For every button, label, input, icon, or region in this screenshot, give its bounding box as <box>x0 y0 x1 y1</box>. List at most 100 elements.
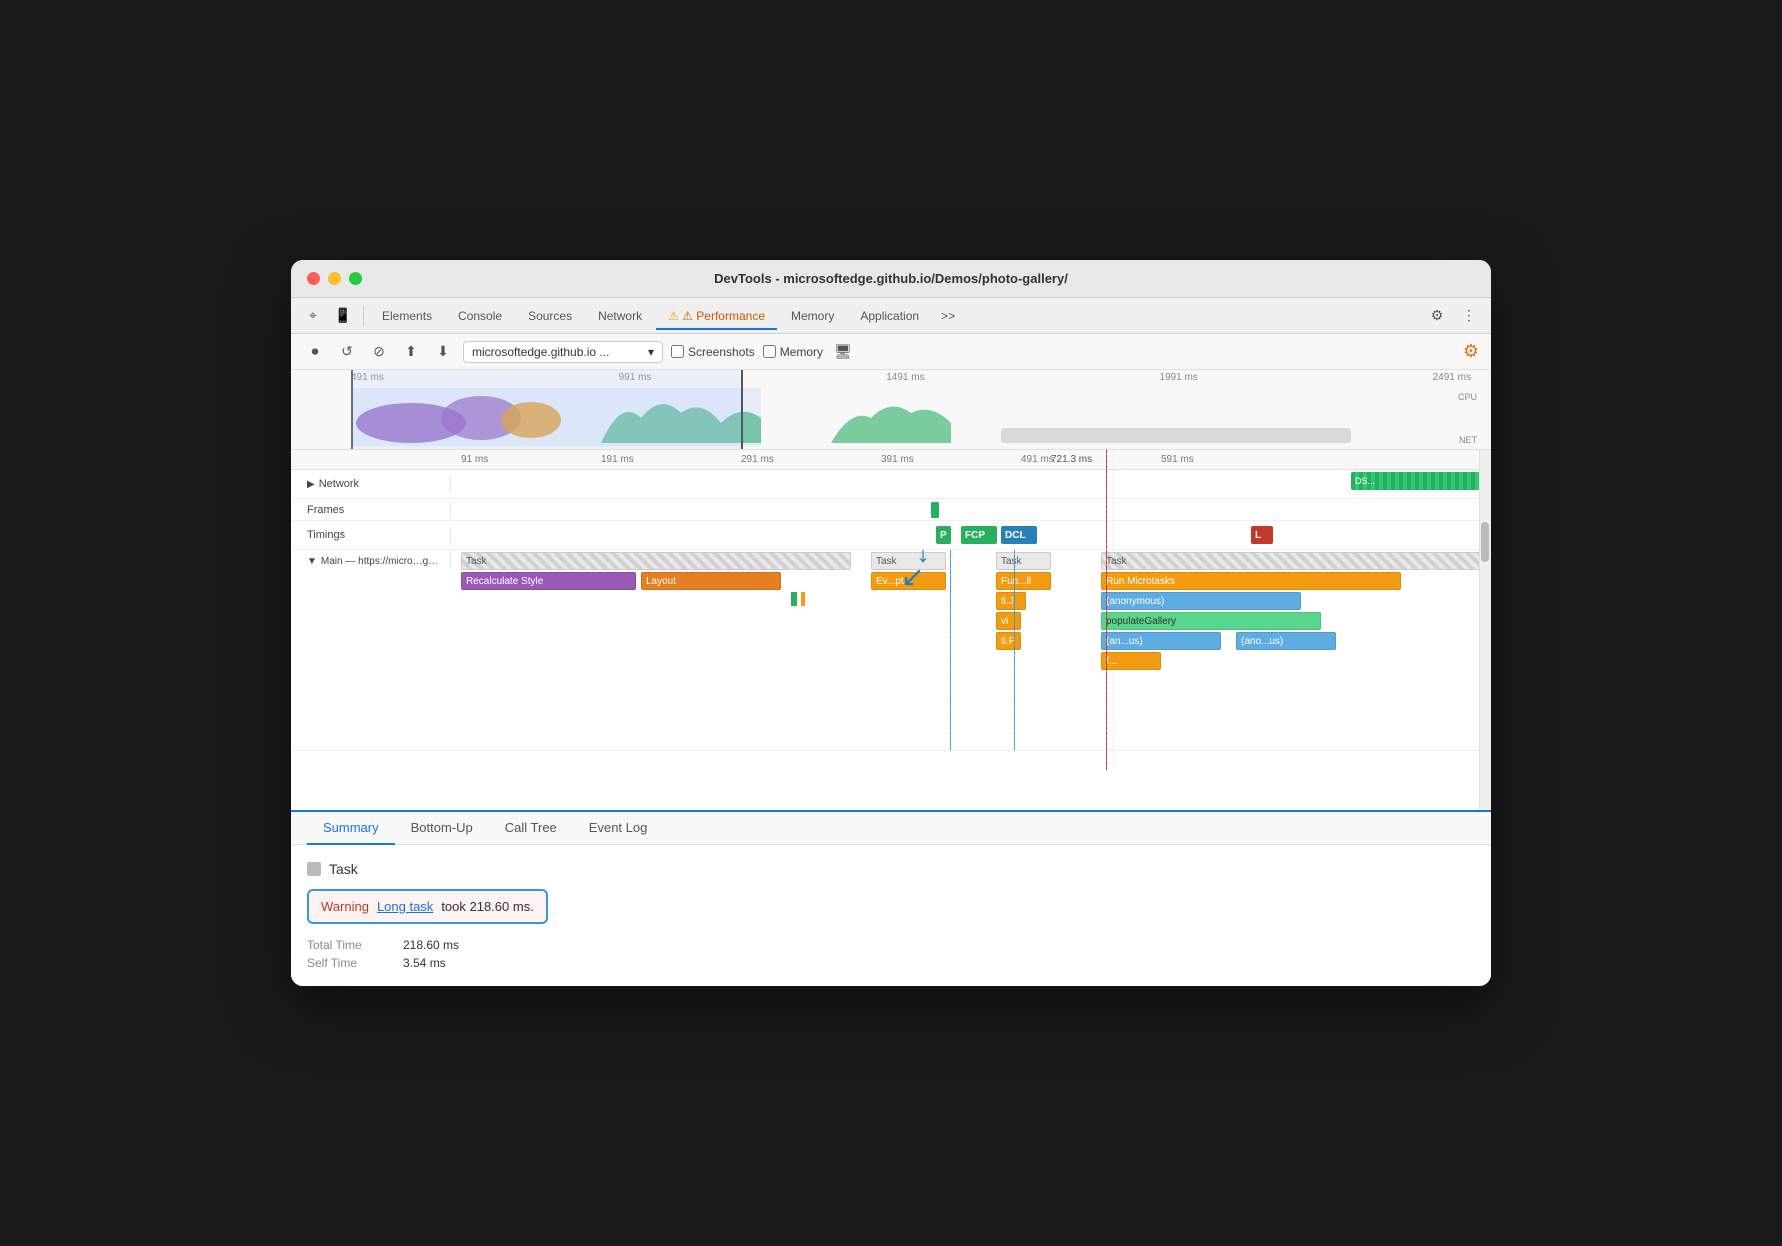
main-track-content[interactable]: Task Task Task Task Recalculate Style La… <box>451 550 1491 750</box>
close-button[interactable] <box>307 272 320 285</box>
memory-checkbox-group: Memory <box>763 345 823 359</box>
network-expand-icon[interactable]: ▶ <box>307 479 315 490</box>
record-button[interactable]: ⏺ <box>303 340 327 364</box>
self-time-row: Self Time 3.54 ms <box>307 956 1475 970</box>
gear-icon[interactable]: ⚙ <box>1423 302 1451 330</box>
time-ruler: 91 ms 191 ms 291 ms 391 ms 491 ms 591 ms… <box>291 450 1491 470</box>
tab-performance[interactable]: ⚠ ⚠ Performance <box>656 303 777 329</box>
reload-record-button[interactable]: ↺ <box>335 340 359 364</box>
small-green-1 <box>791 592 797 606</box>
an-us-bar1[interactable]: (an...us) <box>1101 632 1221 650</box>
frames-track-content[interactable] <box>451 500 1491 520</box>
main-track-url: Main — https://micro…gallery/ <box>321 556 442 567</box>
timing-fcp-badge[interactable]: FCP <box>961 526 997 544</box>
more-icon[interactable]: ⋮ <box>1455 302 1483 330</box>
warning-row: Warning Long task took 218.60 ms. <box>307 889 548 924</box>
network-track-content[interactable]: DS... <box>451 470 1491 498</box>
layout-bar[interactable]: Layout <box>641 572 781 590</box>
ruler-491ms: 491 ms <box>1021 454 1054 465</box>
selection-left-handle[interactable] <box>351 370 353 449</box>
vi-bar[interactable]: vi <box>996 612 1021 630</box>
frame-bar <box>931 502 939 518</box>
timing-l-badge[interactable]: L <box>1251 526 1273 544</box>
main-track-label: ▼ Main — https://micro…gallery/ <box>291 550 451 569</box>
f-bar[interactable]: f... <box>1101 652 1161 670</box>
ruler-291ms: 291 ms <box>741 454 774 465</box>
tab-call-tree[interactable]: Call Tree <box>489 812 573 845</box>
total-time-label: Total Time <box>307 938 387 952</box>
tab-more-button[interactable]: >> <box>933 305 963 327</box>
clear-button[interactable]: ⊘ <box>367 340 391 364</box>
tab-summary[interactable]: Summary <box>307 812 395 845</box>
tij-bar[interactable]: ti.J <box>996 592 1026 610</box>
devtools-window: DevTools - microsoftedge.github.io/Demos… <box>291 260 1491 986</box>
overview-time-991: 991 ms <box>619 372 652 383</box>
fun-ll-bar[interactable]: Fun...ll <box>996 572 1051 590</box>
tab-console[interactable]: Console <box>446 303 514 329</box>
tab-separator <box>363 306 364 326</box>
ev-pt-bar[interactable]: Ev...pt <box>871 572 946 590</box>
tab-event-log[interactable]: Event Log <box>573 812 664 845</box>
net-label: NET <box>1459 435 1477 445</box>
warning-icon: ⚠ <box>668 309 682 323</box>
run-microtasks-bar[interactable]: Run Microtasks <box>1101 572 1401 590</box>
main-task-4[interactable]: Task <box>1101 552 1491 570</box>
titlebar: DevTools - microsoftedge.github.io/Demos… <box>291 260 1491 298</box>
timings-track-content[interactable]: P FCP DCL L <box>451 521 1491 549</box>
url-display: microsoftedge.github.io ... ▾ <box>463 341 663 363</box>
overview-time-1491: 1491 ms <box>886 372 924 383</box>
long-task-link[interactable]: Long task <box>377 899 433 914</box>
main-task-2[interactable]: Task <box>871 552 946 570</box>
tab-elements[interactable]: Elements <box>370 303 444 329</box>
cpu-throttle-icon[interactable]: 🖥 <box>831 340 855 364</box>
cpu-chart <box>351 388 1431 446</box>
cpu-label: CPU <box>1458 392 1477 402</box>
ruler-91ms: 91 ms <box>461 454 488 465</box>
selection-right-handle[interactable] <box>741 370 743 449</box>
tab-memory[interactable]: Memory <box>779 303 846 329</box>
main-track: ▼ Main — https://micro…gallery/ Task Tas… <box>291 550 1491 751</box>
overview-time-2491: 2491 ms <box>1433 372 1471 383</box>
memory-checkbox[interactable] <box>763 345 776 358</box>
main-task-1[interactable]: Task <box>461 552 851 570</box>
scrollbar-thumb[interactable] <box>1481 522 1489 562</box>
summary-content: Task Warning Long task took 218.60 ms. T… <box>291 845 1491 986</box>
upload-button[interactable]: ⬆ <box>399 340 423 364</box>
timing-dcl-badge[interactable]: DCL <box>1001 526 1037 544</box>
tab-network[interactable]: Network <box>586 303 654 329</box>
download-button[interactable]: ⬇ <box>431 340 455 364</box>
ruler-391ms: 391 ms <box>881 454 914 465</box>
maximize-button[interactable] <box>349 272 362 285</box>
inspect-icon[interactable]: ⌖ <box>299 302 327 330</box>
network-ds-bar[interactable]: DS... <box>1351 472 1491 490</box>
settings-cog-icon[interactable]: ⚙ <box>1463 341 1479 362</box>
window-title: DevTools - microsoftedge.github.io/Demos… <box>714 271 1068 286</box>
main-task-3[interactable]: Task <box>996 552 1051 570</box>
devtools-tab-bar: ⌖ 📱 Elements Console Sources Network ⚠ ⚠… <box>291 298 1491 334</box>
warning-text: took 218.60 ms. <box>441 899 534 914</box>
vline-blue-1 <box>950 550 951 750</box>
screenshots-checkbox[interactable] <box>671 345 684 358</box>
tab-application[interactable]: Application <box>848 303 931 329</box>
main-track-expand-icon[interactable]: ▼ <box>307 556 317 567</box>
self-time-label: Self Time <box>307 956 387 970</box>
ruler-591ms: 591 ms <box>1161 454 1194 465</box>
device-icon[interactable]: 📱 <box>329 302 357 330</box>
recalculate-style-bar[interactable]: Recalculate Style <box>461 572 636 590</box>
anonymous-bar[interactable]: (anonymous) <box>1101 592 1301 610</box>
tab-sources[interactable]: Sources <box>516 303 584 329</box>
tab-bottom-up[interactable]: Bottom-Up <box>395 812 489 845</box>
timeline-scrollbar[interactable] <box>1479 450 1491 810</box>
warning-label: Warning <box>321 899 369 914</box>
tif-bar[interactable]: ti.F <box>996 632 1021 650</box>
dropdown-icon[interactable]: ▾ <box>648 345 654 359</box>
timing-p-badge[interactable]: P <box>936 526 951 544</box>
timeline-container: 491 ms 991 ms 1491 ms 1991 ms 2491 ms <box>291 370 1491 986</box>
an-us-bar2[interactable]: (ano...us) <box>1236 632 1336 650</box>
timings-track: Timings P FCP DCL L <box>291 521 1491 550</box>
populate-gallery-bar[interactable]: populateGallery <box>1101 612 1321 630</box>
task-title: Task <box>329 861 358 877</box>
minimize-button[interactable] <box>328 272 341 285</box>
red-marker-line <box>1106 450 1107 770</box>
task-header: Task <box>307 861 1475 877</box>
